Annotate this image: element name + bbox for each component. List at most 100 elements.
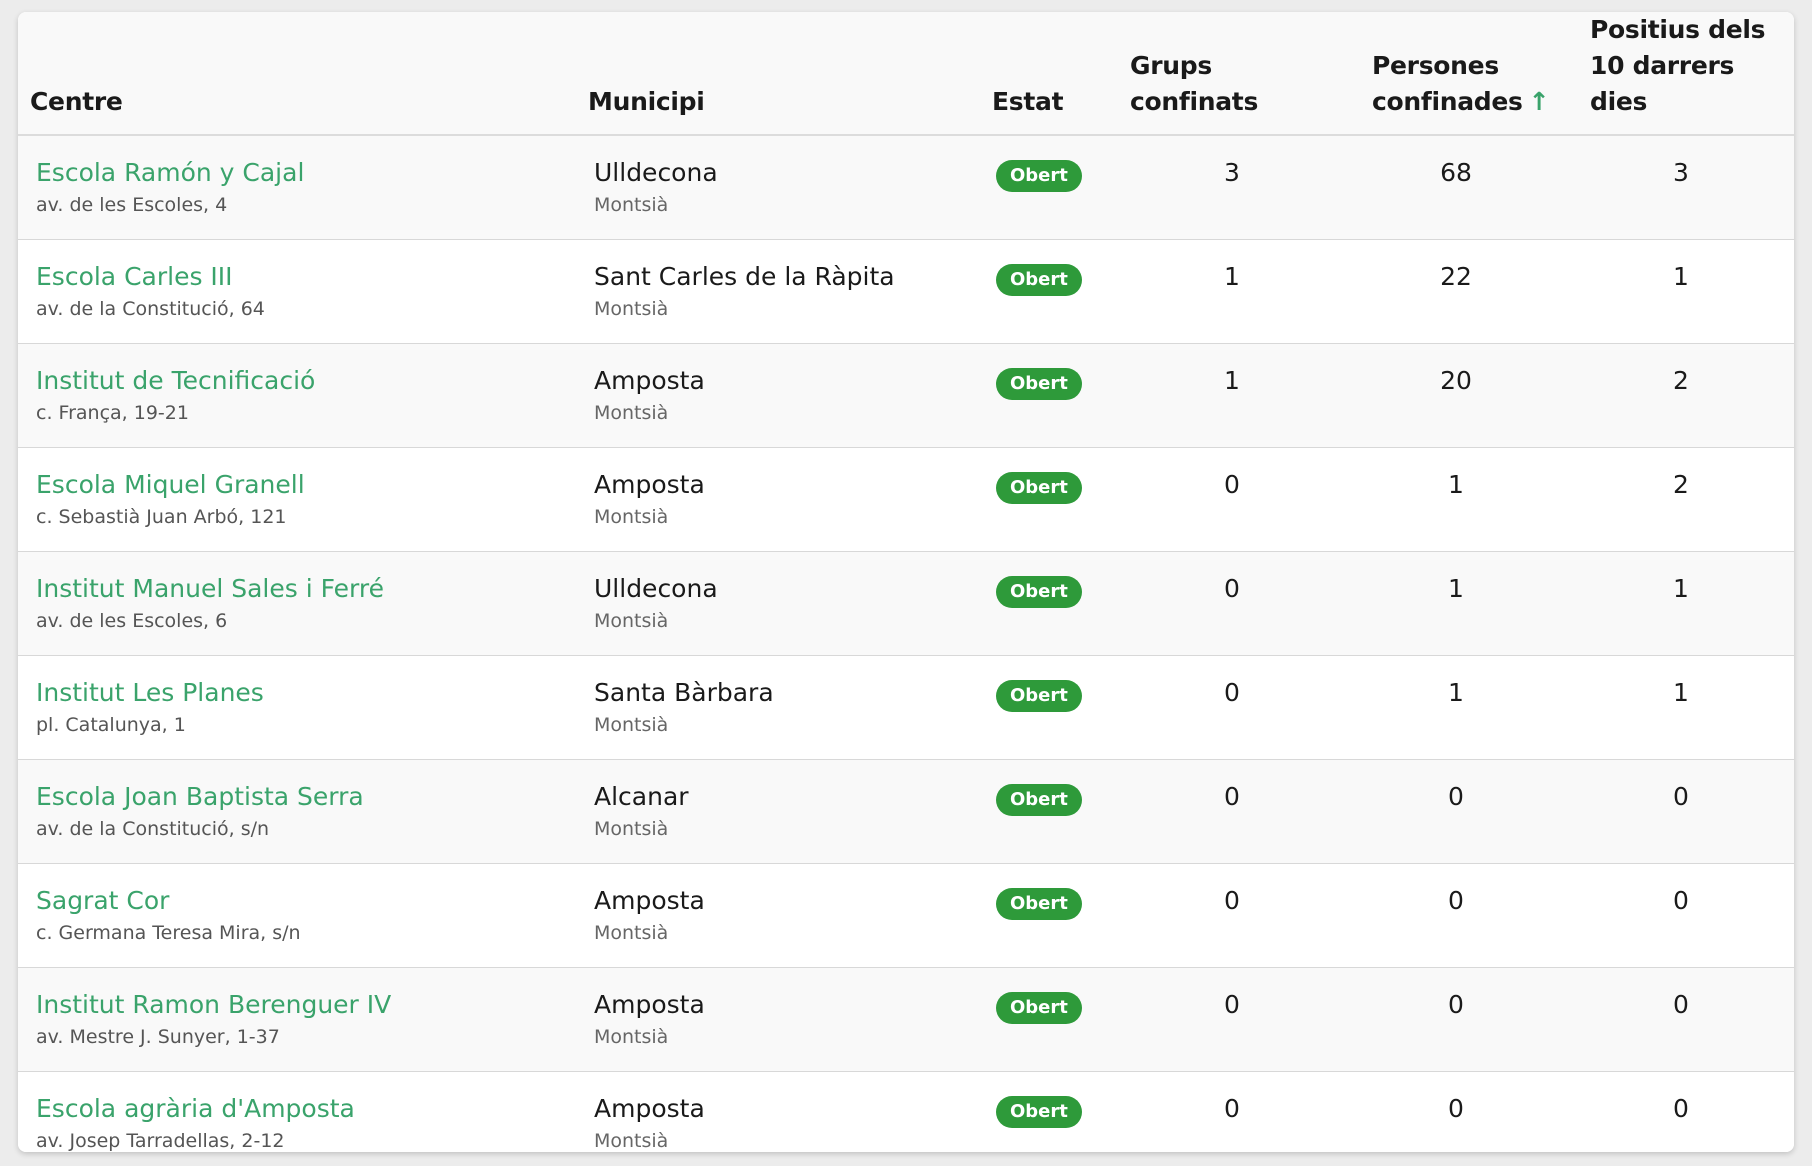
column-header-positius[interactable]: Positius dels 10 darrers dies	[1568, 12, 1794, 135]
persones-confinades-value: 0	[1448, 989, 1464, 1019]
grups-confinats-value: 1	[1224, 261, 1240, 291]
municipi-cell: Amposta Montsià	[576, 1071, 976, 1152]
school-name-link[interactable]: Institut Ramon Berenguer IV	[36, 988, 576, 1022]
centre-cell: Institut de Tecnificació c. França, 19-2…	[18, 343, 576, 447]
status-badge: Obert	[996, 991, 1082, 1024]
persones-confinades-value: 0	[1448, 1093, 1464, 1123]
region-name: Montsià	[594, 194, 669, 216]
column-header-estat[interactable]: Estat	[976, 12, 1120, 135]
town-name: Sant Carles de la Ràpita	[594, 261, 895, 291]
positius-value: 0	[1673, 781, 1689, 811]
positius-value: 0	[1673, 885, 1689, 915]
centre-cell: Institut Manuel Sales i Ferré av. de les…	[18, 551, 576, 655]
status-badge: Obert	[996, 783, 1082, 816]
column-header-municipi[interactable]: Municipi	[576, 12, 976, 135]
municipi-cell: Amposta Montsià	[576, 343, 976, 447]
region-name: Montsià	[594, 1025, 669, 1048]
school-name-link[interactable]: Escola Ramón y Cajal	[36, 156, 576, 190]
status-badge: Obert	[996, 160, 1082, 192]
estat-cell: Obert	[976, 863, 1120, 967]
town-name: Ulldecona	[594, 158, 718, 187]
centre-cell: Escola agrària d'Amposta av. Josep Tarra…	[18, 1071, 576, 1152]
school-address: av. de les Escoles, 4	[36, 194, 228, 216]
table-row: Institut Ramon Berenguer IV av. Mestre J…	[18, 967, 1794, 1071]
table-row: Escola Carles III av. de la Constitució,…	[18, 239, 1794, 343]
table-row: Institut de Tecnificació c. França, 19-2…	[18, 343, 1794, 447]
school-address: av. Mestre J. Sunyer, 1-37	[36, 1025, 280, 1048]
column-header-persones-confinades[interactable]: Persones confinades ↑	[1344, 12, 1568, 135]
region-name: Montsià	[594, 1129, 669, 1152]
persones-confinades-value: 0	[1448, 781, 1464, 811]
school-address: c. Germana Teresa Mira, s/n	[36, 921, 301, 944]
school-address: av. de la Constitució, 64	[36, 297, 265, 320]
schools-table-card: Centre Municipi Estat Grups confinats Pe…	[18, 12, 1794, 1152]
table-header: Centre Municipi Estat Grups confinats Pe…	[18, 12, 1794, 135]
region-name: Montsià	[594, 921, 669, 944]
centre-cell: Escola Joan Baptista Serra av. de la Con…	[18, 759, 576, 863]
school-name-link[interactable]: Sagrat Cor	[36, 884, 576, 918]
municipi-cell: Amposta Montsià	[576, 447, 976, 551]
region-name: Montsià	[594, 297, 669, 320]
positius-value: 0	[1673, 1093, 1689, 1123]
table-body: Escola Ramón y Cajal av. de les Escoles,…	[18, 135, 1794, 1152]
status-badge: Obert	[996, 679, 1082, 712]
school-name-link[interactable]: Escola Miquel Granell	[36, 468, 576, 502]
centre-cell: Escola Ramón y Cajal av. de les Escoles,…	[18, 135, 576, 239]
estat-cell: Obert	[976, 759, 1120, 863]
persones-confinades-value: 20	[1440, 365, 1472, 395]
municipi-cell: Santa Bàrbara Montsià	[576, 655, 976, 759]
town-name: Amposta	[594, 365, 705, 395]
school-name-link[interactable]: Institut Les Planes	[36, 676, 576, 710]
school-name-link[interactable]: Institut de Tecnificació	[36, 364, 576, 398]
region-name: Montsià	[594, 609, 669, 632]
school-address: av. de les Escoles, 6	[36, 609, 228, 632]
centre-cell: Institut Ramon Berenguer IV av. Mestre J…	[18, 967, 576, 1071]
grups-confinats-value: 0	[1224, 885, 1240, 915]
school-name-link[interactable]: Escola Joan Baptista Serra	[36, 780, 576, 814]
municipi-cell: Sant Carles de la Ràpita Montsià	[576, 239, 976, 343]
grups-confinats-value: 3	[1224, 158, 1240, 187]
municipi-cell: Amposta Montsià	[576, 967, 976, 1071]
region-name: Montsià	[594, 817, 669, 840]
schools-table: Centre Municipi Estat Grups confinats Pe…	[18, 12, 1794, 1152]
school-name-link[interactable]: Escola Carles III	[36, 260, 576, 294]
centre-cell: Escola Miquel Granell c. Sebastià Juan A…	[18, 447, 576, 551]
estat-cell: Obert	[976, 447, 1120, 551]
centre-cell: Sagrat Cor c. Germana Teresa Mira, s/n	[18, 863, 576, 967]
table-row: Escola Ramón y Cajal av. de les Escoles,…	[18, 135, 1794, 239]
status-badge: Obert	[996, 471, 1082, 504]
status-badge: Obert	[996, 367, 1082, 400]
school-name-link[interactable]: Institut Manuel Sales i Ferré	[36, 572, 576, 606]
region-name: Montsià	[594, 401, 669, 424]
region-name: Montsià	[594, 713, 669, 736]
column-header-grups-confinats[interactable]: Grups confinats	[1120, 12, 1344, 135]
positius-value: 2	[1673, 365, 1689, 395]
municipi-cell: Ulldecona Montsià	[576, 135, 976, 239]
municipi-cell: Amposta Montsià	[576, 863, 976, 967]
grups-confinats-value: 0	[1224, 989, 1240, 1019]
column-header-centre[interactable]: Centre	[18, 12, 576, 135]
school-name-link[interactable]: Escola agrària d'Amposta	[36, 1092, 576, 1126]
town-name: Amposta	[594, 1093, 705, 1123]
town-name: Amposta	[594, 469, 705, 499]
centre-cell: Escola Carles III av. de la Constitució,…	[18, 239, 576, 343]
persones-confinades-value: 0	[1448, 885, 1464, 915]
persones-confinades-value: 1	[1448, 677, 1464, 707]
grups-confinats-value: 0	[1224, 573, 1240, 603]
school-address: av. de la Constitució, s/n	[36, 817, 270, 840]
persones-confinades-value: 68	[1440, 158, 1472, 187]
school-address: c. Sebastià Juan Arbó, 121	[36, 505, 287, 528]
school-address: av. Josep Tarradellas, 2-12	[36, 1129, 285, 1152]
estat-cell: Obert	[976, 655, 1120, 759]
estat-cell: Obert	[976, 967, 1120, 1071]
table-row: Escola Joan Baptista Serra av. de la Con…	[18, 759, 1794, 863]
region-name: Montsià	[594, 505, 669, 528]
table-row: Escola Miquel Granell c. Sebastià Juan A…	[18, 447, 1794, 551]
grups-confinats-value: 0	[1224, 469, 1240, 499]
school-address: c. França, 19-21	[36, 401, 189, 424]
school-address: pl. Catalunya, 1	[36, 713, 186, 736]
estat-cell: Obert	[976, 343, 1120, 447]
header-row: Centre Municipi Estat Grups confinats Pe…	[18, 12, 1794, 135]
arrow-up-icon: ↑	[1528, 87, 1550, 116]
table-row: Institut Manuel Sales i Ferré av. de les…	[18, 551, 1794, 655]
